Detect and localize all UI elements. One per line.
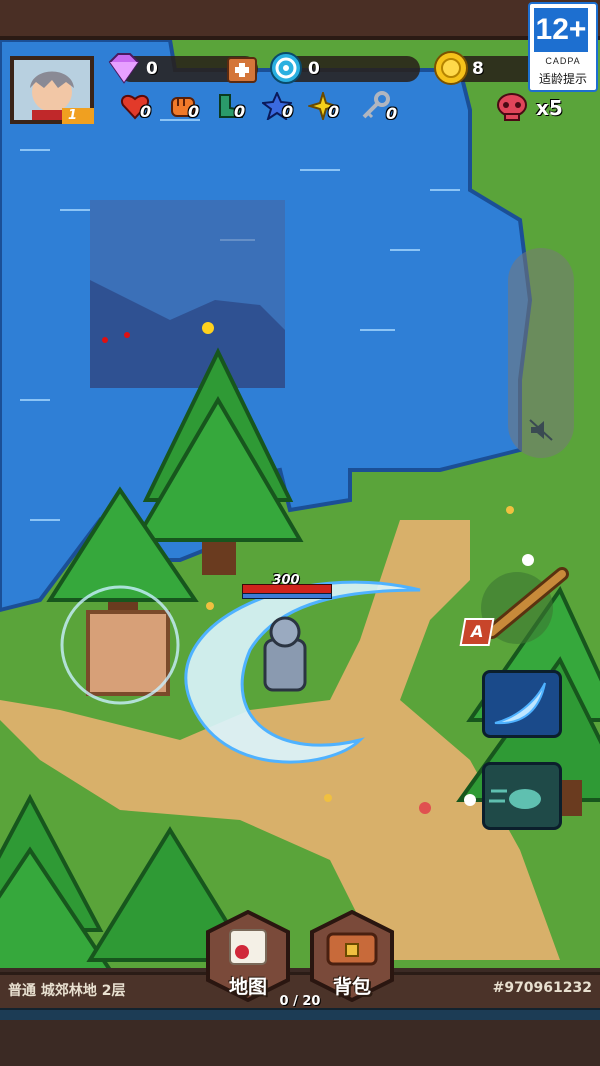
wave-slash-icon [494, 682, 546, 725]
attack-key-badge: A [459, 618, 495, 646]
attack-button[interactable]: A [459, 566, 572, 646]
world-map [0, 30, 600, 972]
gems-count: 0 [146, 59, 158, 79]
swirl-token-icon [270, 52, 302, 84]
dash-icon [489, 789, 541, 809]
game-scene [0, 0, 600, 1066]
item-count: 0 [234, 102, 246, 121]
map-button[interactable]: 地图 [202, 909, 294, 1003]
floor-progress-text: 0 / 20 [279, 994, 321, 1009]
bag-label: 背包 [332, 976, 371, 998]
item-count: 0 [386, 104, 398, 123]
coins-count: 8 [472, 59, 484, 79]
side-panel[interactable] [508, 248, 574, 458]
top-bar [0, 0, 600, 40]
bag-button[interactable]: 背包 [306, 909, 398, 1003]
item-count: 0 [140, 102, 152, 121]
gold-coin-icon [434, 51, 468, 85]
wave-slash-skill-button[interactable] [482, 670, 562, 738]
floor-progress-bar [0, 1008, 600, 1020]
age-rating-org: CADPA [545, 56, 581, 66]
item-count: 0 [188, 102, 200, 121]
enemies-remaining: x5 [536, 96, 563, 120]
age-rating-tip: 适龄提示 [538, 72, 587, 86]
gem-icon [108, 53, 140, 84]
mute-icon[interactable] [528, 418, 554, 442]
skull-icon [497, 93, 527, 121]
item-count: 0 [328, 102, 340, 121]
age-rating-number: 12+ [534, 8, 588, 52]
hero-mana-bar [242, 593, 332, 599]
health-pack-icon[interactable] [226, 54, 258, 84]
map-label: 地图 [228, 976, 267, 998]
player-level: 1 [68, 108, 78, 123]
player-level-badge [62, 108, 94, 124]
age-rating-badge: 12+ CADPA 适龄提示 [528, 2, 598, 92]
tokens-count: 0 [308, 59, 320, 79]
dash-skill-button[interactable] [482, 762, 562, 830]
item-count: 0 [282, 102, 294, 121]
